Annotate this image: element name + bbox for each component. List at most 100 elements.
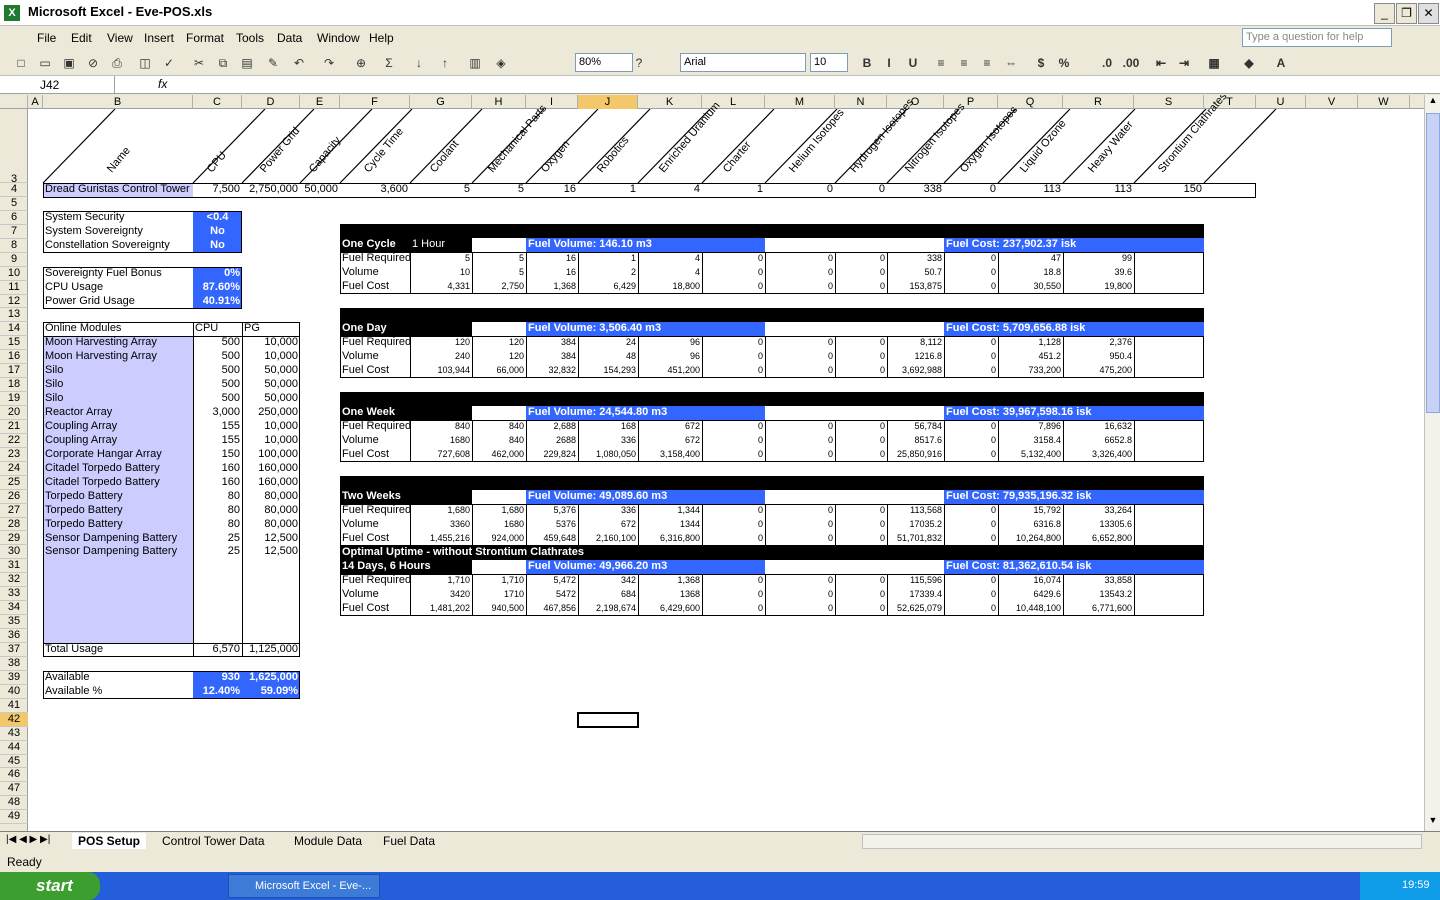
row-header-45[interactable]: 45 — [0, 755, 28, 769]
scroll-down-icon[interactable]: ▼ — [1426, 815, 1440, 831]
name-box[interactable]: J42 — [0, 76, 115, 93]
column-header-d[interactable]: D — [242, 95, 300, 109]
increase-decimal-icon[interactable]: .0 — [1098, 54, 1116, 72]
row-header-37[interactable]: 37 — [0, 643, 28, 657]
row-header-30[interactable]: 30 — [0, 545, 28, 560]
row-header-23[interactable]: 23 — [0, 448, 28, 462]
row-header-10[interactable]: 10 — [0, 267, 28, 281]
row-header-44[interactable]: 44 — [0, 741, 28, 755]
row-header-11[interactable]: 11 — [0, 281, 28, 295]
borders-icon[interactable]: ▦ — [1205, 54, 1223, 72]
menu-edit[interactable]: Edit — [71, 31, 92, 45]
menu-insert[interactable]: Insert — [144, 31, 174, 45]
row-header-6[interactable]: 6 — [0, 211, 28, 225]
vertical-scrollbar[interactable]: ▲ ▼ — [1424, 95, 1440, 831]
tab-nav-icons[interactable]: |◀ ◀ ▶ ▶| — [6, 834, 50, 845]
select-all-corner[interactable] — [0, 95, 28, 109]
align-right-icon[interactable]: ≡ — [978, 54, 996, 72]
spreadsheet-grid[interactable]: ABCDEFGHIJKLMNOPQRSTUVW 3 4 5 6 7 8 9 10 11 12 13 1… — [0, 95, 1424, 831]
column-header-f[interactable]: F — [340, 95, 410, 109]
row-header-47[interactable]: 47 — [0, 782, 28, 797]
total-pg[interactable]: 1,125,000 — [242, 643, 300, 657]
bold-icon[interactable]: B — [858, 54, 876, 72]
tab-module-data[interactable]: Module Data — [288, 833, 368, 849]
scroll-up-icon[interactable]: ▲ — [1426, 95, 1440, 111]
row-header-16[interactable]: 16 — [0, 350, 28, 365]
column-header-k[interactable]: K — [638, 95, 702, 109]
paste-icon[interactable]: ▤ — [238, 54, 256, 72]
menu-view[interactable]: View — [107, 31, 133, 45]
font-size-select[interactable]: 10 — [810, 53, 848, 72]
row-header-24[interactable]: 24 — [0, 462, 28, 476]
column-header-i[interactable]: I — [526, 95, 578, 109]
row-header-38[interactable]: 38 — [0, 657, 28, 671]
row-header-27[interactable]: 27 — [0, 504, 28, 518]
column-header-b[interactable]: B — [43, 95, 193, 109]
print-icon[interactable]: ⎙ — [108, 54, 126, 72]
align-left-icon[interactable]: ≡ — [932, 54, 950, 72]
italic-icon[interactable]: I — [880, 54, 898, 72]
tab-fuel-data[interactable]: Fuel Data — [377, 833, 441, 849]
start-button[interactable]: start — [0, 872, 100, 900]
sort-asc-icon[interactable]: ↓ — [410, 54, 428, 72]
row-header-12[interactable]: 12 — [0, 295, 28, 309]
redo-icon[interactable]: ↷ — [320, 54, 338, 72]
column-header-w[interactable]: W — [1358, 95, 1410, 109]
row-header-5[interactable]: 5 — [0, 197, 28, 211]
undo-icon[interactable]: ↶ — [290, 54, 308, 72]
spelling-icon[interactable]: ✓ — [160, 54, 178, 72]
restore-button[interactable]: ❐ — [1396, 3, 1417, 24]
zoom-select[interactable]: 80% — [575, 53, 633, 72]
row-header-32[interactable]: 32 — [0, 573, 28, 588]
font-select[interactable]: Arial — [680, 53, 806, 72]
font-color-icon[interactable]: A — [1272, 54, 1290, 72]
row-header-40[interactable]: 40 — [0, 685, 28, 699]
row-header-42[interactable]: 42 — [0, 712, 28, 727]
decrease-decimal-icon[interactable]: .00 — [1122, 54, 1140, 72]
row-header-14[interactable]: 14 — [0, 322, 28, 337]
column-header-s[interactable]: S — [1134, 95, 1204, 109]
copy-icon[interactable]: ⧉ — [214, 54, 232, 72]
column-header-h[interactable]: H — [472, 95, 526, 109]
format-painter-icon[interactable]: ✎ — [264, 54, 282, 72]
row-header-48[interactable]: 48 — [0, 796, 28, 811]
row-header-8[interactable]: 8 — [0, 239, 28, 253]
close-button[interactable]: ✕ — [1418, 3, 1439, 24]
menu-format[interactable]: Format — [186, 31, 224, 45]
total-cpu[interactable]: 6,570 — [193, 643, 242, 657]
row-header-20[interactable]: 20 — [0, 406, 28, 420]
row-header-13[interactable]: 13 — [0, 308, 28, 323]
hyperlink-icon[interactable]: ⊕ — [352, 54, 370, 72]
column-header-u[interactable]: U — [1256, 95, 1306, 109]
menu-window[interactable]: Window — [317, 31, 360, 45]
row-header-21[interactable]: 21 — [0, 420, 28, 434]
column-header-a[interactable]: A — [28, 95, 43, 109]
row-header-33[interactable]: 33 — [0, 587, 28, 602]
increase-indent-icon[interactable]: ⇥ — [1175, 54, 1193, 72]
row-header-41[interactable]: 41 — [0, 699, 28, 713]
row-header-28[interactable]: 28 — [0, 518, 28, 532]
row-header-46[interactable]: 46 — [0, 768, 28, 783]
column-header-j[interactable]: J — [578, 95, 638, 109]
fill-color-icon[interactable]: ◆ — [1240, 54, 1258, 72]
row-header-34[interactable]: 34 — [0, 601, 28, 616]
row-header-31[interactable]: 31 — [0, 559, 28, 574]
column-header-m[interactable]: M — [765, 95, 835, 109]
row-header-9[interactable]: 9 — [0, 253, 28, 267]
ask-question-input[interactable]: Type a question for help — [1242, 28, 1392, 47]
column-header-e[interactable]: E — [300, 95, 340, 109]
cut-icon[interactable]: ✂ — [190, 54, 208, 72]
row-header-26[interactable]: 26 — [0, 490, 28, 504]
row-header-17[interactable]: 17 — [0, 364, 28, 379]
row-header-7[interactable]: 7 — [0, 225, 28, 239]
minimize-button[interactable]: _ — [1374, 3, 1395, 24]
column-header-c[interactable]: C — [193, 95, 242, 109]
column-header-g[interactable]: G — [410, 95, 472, 109]
new-icon[interactable]: □ — [12, 54, 30, 72]
row-header-43[interactable]: 43 — [0, 727, 28, 741]
taskbar-item-excel[interactable]: Microsoft Excel - Eve-... — [228, 874, 380, 898]
preview-icon[interactable]: ◫ — [136, 54, 154, 72]
save-icon[interactable]: ▣ — [60, 54, 78, 72]
row-header-19[interactable]: 19 — [0, 392, 28, 407]
drawing-icon[interactable]: ◈ — [492, 54, 510, 72]
